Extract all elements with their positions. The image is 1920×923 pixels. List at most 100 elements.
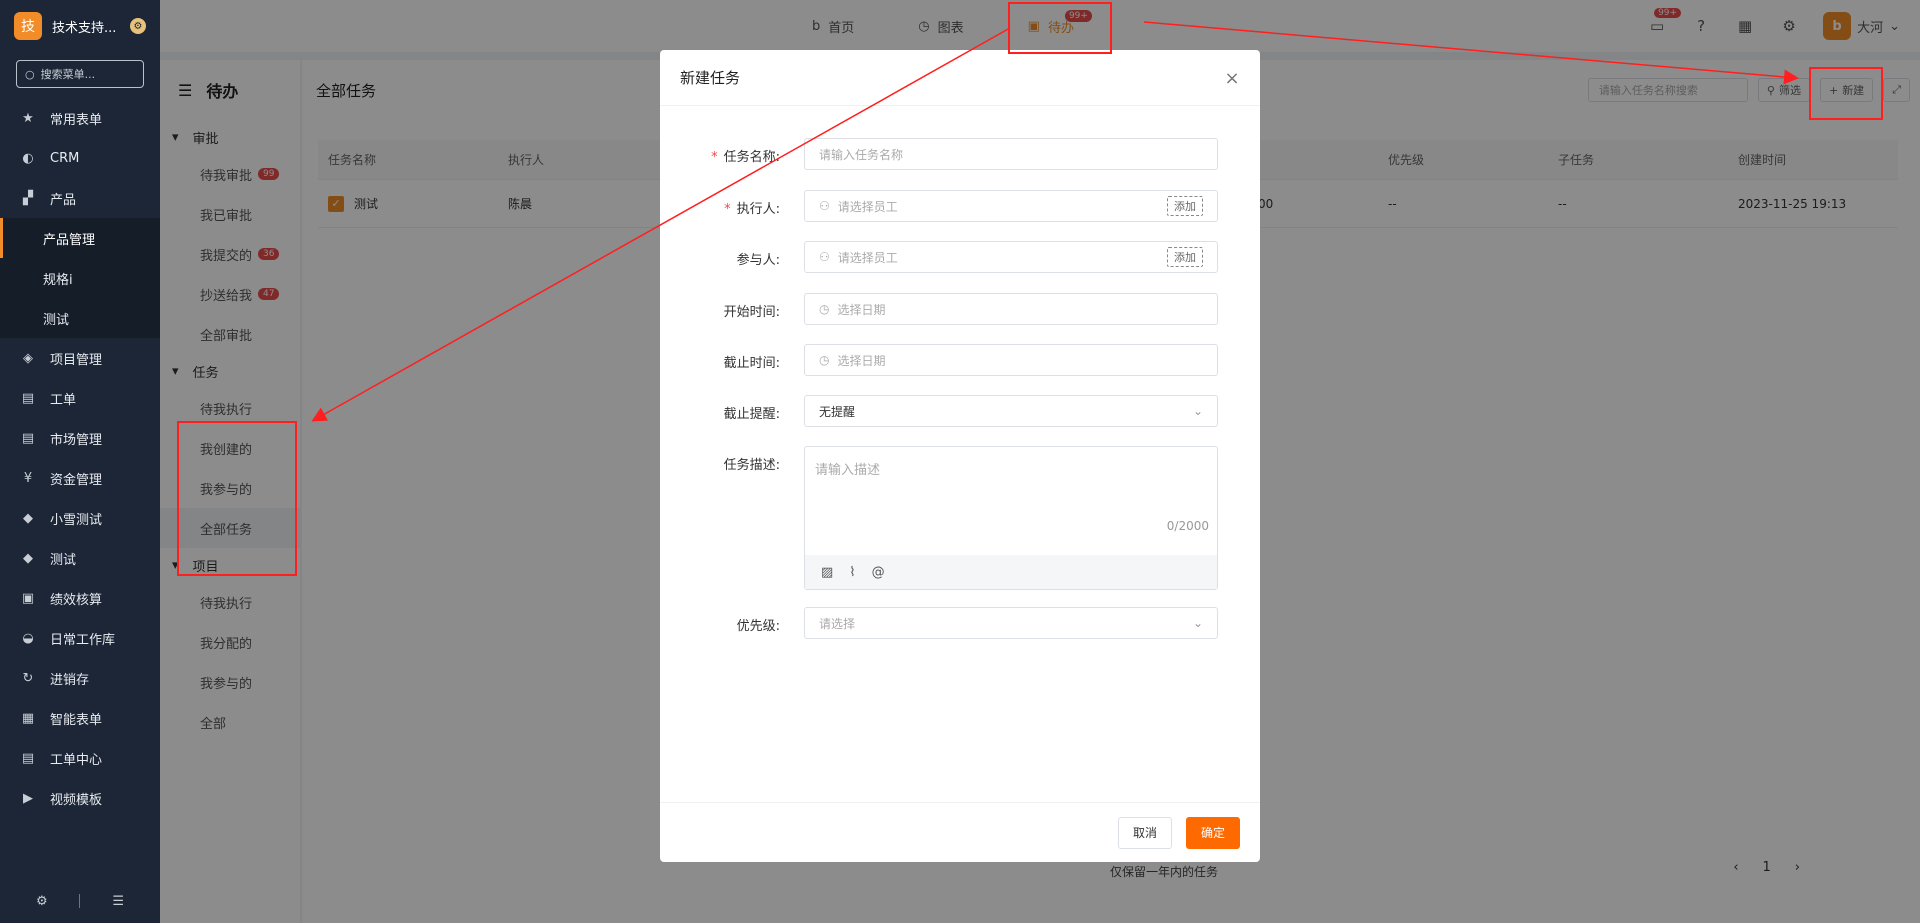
required-mark: *	[711, 150, 718, 165]
required-mark: *	[724, 202, 731, 217]
book-icon: ▣	[21, 590, 35, 606]
tag-icon: ◆	[23, 510, 33, 526]
sidebar-item-common-forms[interactable]: ★ 常用表单	[0, 98, 160, 138]
user-icon: ⚇	[819, 250, 830, 264]
sidebar-item-label: 智能表单	[50, 712, 103, 728]
description-toolbar: ▨ ⌇ @	[805, 555, 1217, 589]
sidebar-subitem-test[interactable]: 测试	[0, 298, 160, 338]
add-participant-button[interactable]: 添加	[1167, 247, 1203, 267]
sidebar-subitem-product-manage[interactable]: 产品管理	[0, 218, 160, 258]
close-icon[interactable]: ×	[1222, 68, 1242, 89]
sidebar-item-label: 资金管理	[50, 472, 103, 488]
annotation-box-new-button	[1809, 67, 1883, 120]
description-placeholder: 请输入描述	[815, 463, 881, 478]
sidebar-item-ticket-center[interactable]: ▤ 工单中心	[0, 738, 160, 778]
reminder-value: 无提醒	[819, 404, 856, 419]
sidebar-item-xiaoxue-test[interactable]: ◆ 小雪测试	[0, 498, 160, 538]
sidebar-item-label: 工单	[50, 392, 77, 408]
field-label: 开始时间:	[723, 305, 780, 320]
dialog-header: 新建任务 ×	[660, 50, 1260, 106]
add-executor-button[interactable]: 添加	[1167, 196, 1203, 216]
brand-badge-icon: ⚙	[130, 18, 146, 34]
sidebar-item-label: 日常工作库	[50, 632, 116, 648]
sidebar-item-label: 小雪测试	[50, 512, 103, 528]
sidebar-item-label: 市场管理	[50, 432, 103, 448]
product-submenu: 产品管理 规格i 测试	[0, 218, 160, 338]
money-icon: ¥	[23, 470, 33, 486]
sync-icon: ↻	[22, 670, 34, 686]
executor-select[interactable]: ⚇ 请选择员工 添加	[804, 190, 1218, 222]
new-task-dialog: 新建任务 × * 任务名称: 请输入任务名称 * 执行人: ⚇ 请选择员工 添加 参与人…	[660, 50, 1260, 862]
deadline-placeholder: 选择日期	[837, 353, 886, 368]
priority-placeholder: 请选择	[819, 616, 856, 631]
sidebar-item-video-template[interactable]: ▶ 视频模板	[0, 778, 160, 818]
pie-icon: ◐	[22, 150, 34, 166]
sidebar-item-daily-work[interactable]: ◒ 日常工作库	[0, 618, 160, 658]
field-label: * 任务名称:	[711, 146, 780, 165]
sidebar-subitem-spec[interactable]: 规格i	[0, 258, 160, 298]
brand-name: 技术支持...	[52, 20, 117, 36]
field-label: 截止时间:	[723, 356, 780, 371]
annotation-box-task-group	[177, 421, 297, 576]
task-name-input[interactable]: 请输入任务名称	[804, 138, 1218, 170]
char-count: 0/2000	[1166, 519, 1209, 533]
sidebar-item-label: 项目管理	[50, 352, 103, 368]
sidebar-item-ticket[interactable]: ▤ 工单	[0, 378, 160, 418]
deadline-date-picker[interactable]: ◷ 选择日期	[804, 344, 1218, 376]
field-label: 优先级:	[736, 619, 780, 634]
attachment-icon[interactable]: ⌇	[849, 565, 855, 580]
sidebar-item-project[interactable]: ◈ 项目管理	[0, 338, 160, 378]
clipboard-icon: ▤	[21, 390, 35, 406]
sidebar-item-label: 常用表单	[50, 112, 103, 128]
collapse-menu-icon[interactable]: ☰	[112, 894, 124, 909]
settings-icon[interactable]: ⚙	[36, 894, 48, 909]
sidebar-footer: ⚙ ☰	[0, 879, 160, 923]
image-icon[interactable]: ▨	[821, 565, 833, 580]
dialog-title: 新建任务	[680, 69, 741, 87]
sidebar-item-label: 进销存	[50, 672, 90, 688]
divider	[79, 894, 81, 908]
sidebar-item-market[interactable]: ▤ 市场管理	[0, 418, 160, 458]
sidebar-item-label: 产品	[50, 192, 77, 208]
description-textarea[interactable]: 请输入描述 0/2000 ▨ ⌇ @	[804, 446, 1218, 590]
sidebar-item-finance[interactable]: ¥ 资金管理	[0, 458, 160, 498]
clipboard-icon: ▤	[21, 750, 35, 766]
grid-icon: ▞	[23, 190, 33, 206]
field-label: 任务描述:	[723, 458, 780, 473]
video-icon: ▶	[23, 790, 33, 806]
sidebar-item-test[interactable]: ◆ 测试	[0, 538, 160, 578]
search-icon: ○	[25, 67, 35, 81]
star-icon: ★	[22, 110, 34, 126]
priority-select[interactable]: 请选择 ⌄	[804, 607, 1218, 639]
sidebar-item-performance[interactable]: ▣ 绩效核算	[0, 578, 160, 618]
sidebar-item-label: 测试	[50, 552, 77, 568]
sidebar-item-inventory[interactable]: ↻ 进销存	[0, 658, 160, 698]
sidebar-item-crm[interactable]: ◐ CRM	[0, 138, 160, 178]
reminder-select[interactable]: 无提醒 ⌄	[804, 395, 1218, 427]
sidebar-item-smart-form[interactable]: ▦ 智能表单	[0, 698, 160, 738]
chart-icon: ◒	[22, 630, 34, 646]
field-label: 参与人:	[736, 253, 780, 268]
sidebar-item-label: 工单中心	[50, 752, 103, 768]
confirm-button[interactable]: 确定	[1185, 816, 1240, 849]
clipboard-icon: ▤	[21, 430, 35, 446]
sidebar-item-product[interactable]: ▞ 产品	[0, 178, 160, 218]
participants-select[interactable]: ⚇ 请选择员工 添加	[804, 241, 1218, 273]
field-label: * 执行人:	[724, 198, 780, 217]
cancel-button[interactable]: 取消	[1117, 816, 1172, 849]
chevron-down-icon: ⌄	[1192, 404, 1203, 418]
sidebar-item-label: CRM	[50, 150, 80, 166]
participants-placeholder: 请选择员工	[837, 250, 898, 265]
sidebar-item-label: 视频模板	[50, 792, 103, 808]
layers-icon: ◈	[23, 350, 33, 366]
tag-icon: ◆	[23, 550, 33, 566]
menu-search-input[interactable]: ○ 搜索菜单...	[16, 60, 144, 88]
clock-icon: ◷	[819, 353, 830, 367]
field-label: 截止提醒:	[723, 407, 780, 422]
dialog-footer: 取消 确定	[660, 802, 1260, 862]
start-date-picker[interactable]: ◷ 选择日期	[804, 293, 1218, 325]
annotation-box-todo-tab	[1008, 2, 1112, 54]
mention-icon[interactable]: @	[872, 565, 885, 580]
executor-placeholder: 请选择员工	[837, 199, 898, 214]
brand[interactable]: 技 技术支持... ⚙	[0, 0, 160, 52]
